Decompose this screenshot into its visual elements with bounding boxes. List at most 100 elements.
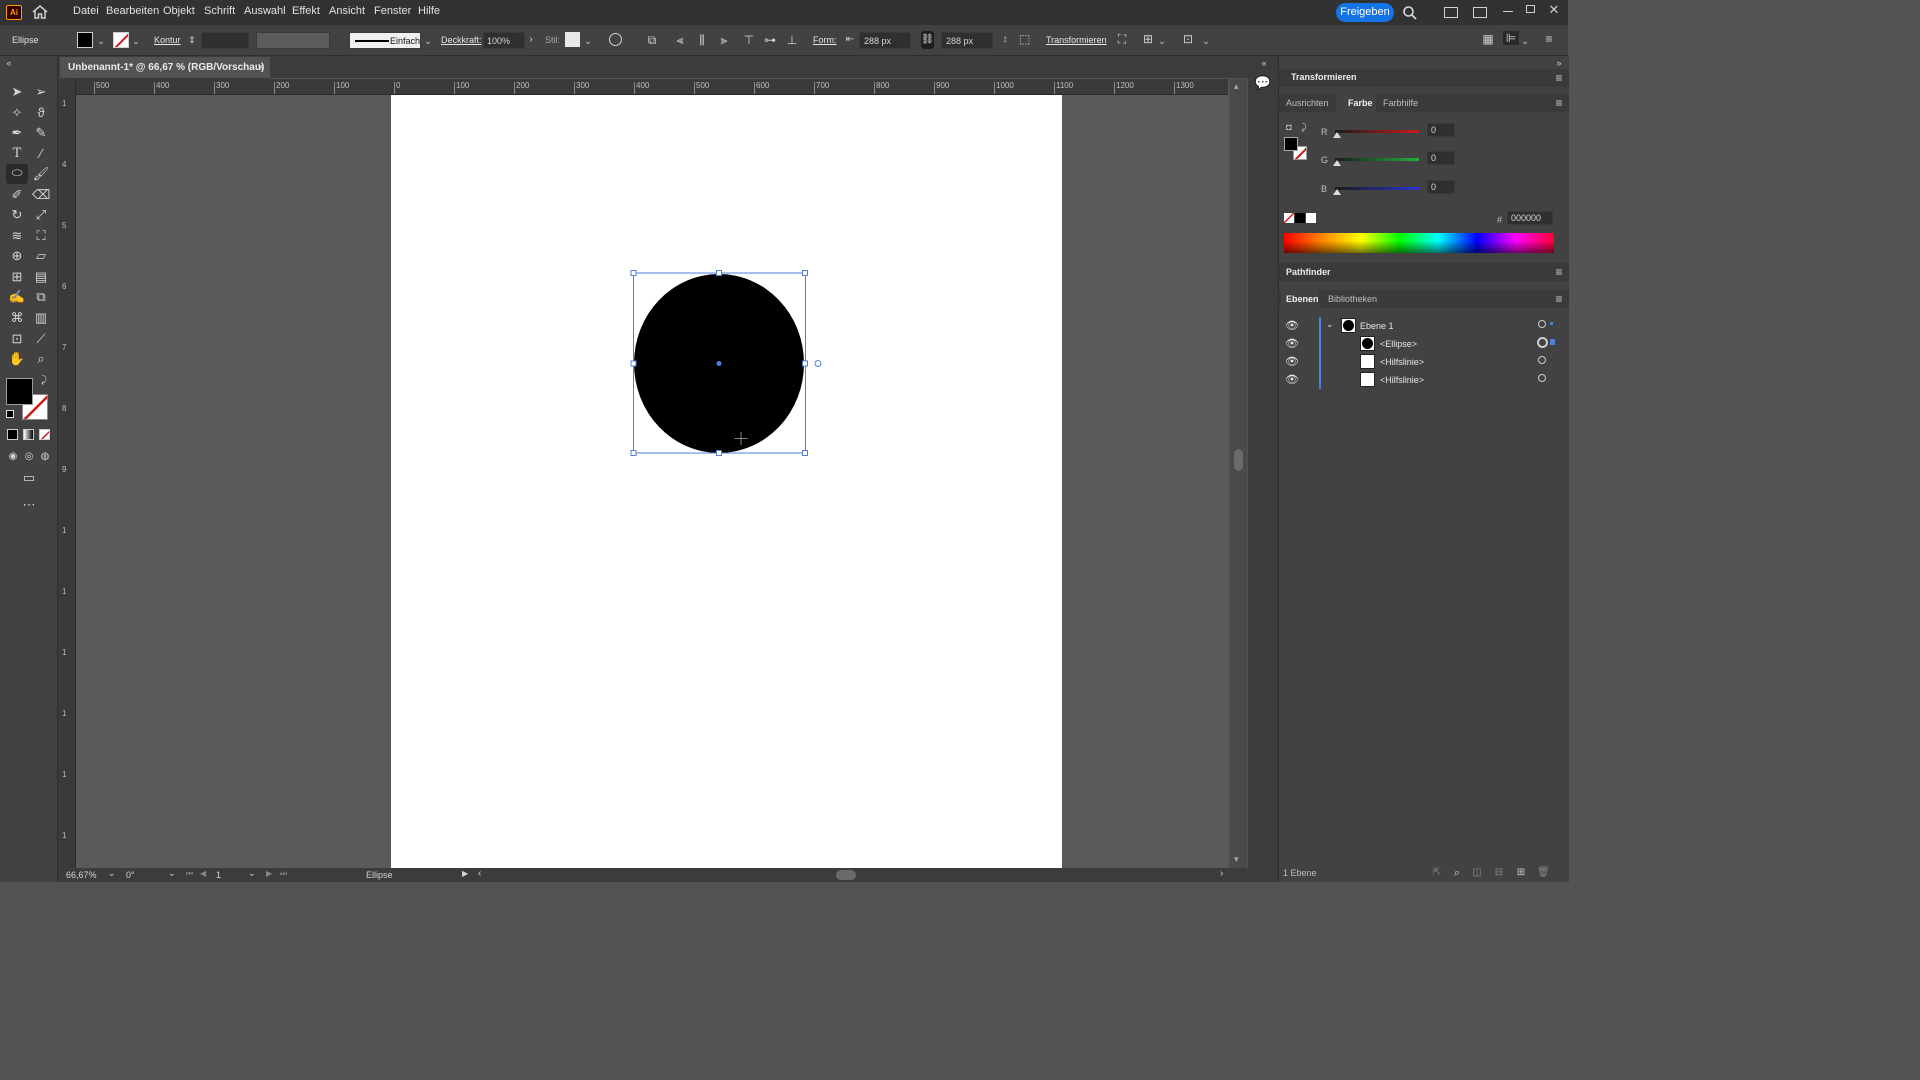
chevron-down-icon[interactable]: ⌄ — [583, 34, 593, 48]
slice-tool-icon[interactable]: ⟋ — [32, 330, 50, 348]
zoom-tool-icon[interactable]: ⌕ — [32, 350, 50, 368]
ellipse-layer-name[interactable]: <Ellipse> — [1380, 339, 1417, 349]
horizontal-ruler[interactable]: 500 400 300 200 100 0 100 200 300 400 500 600 700 800… — [76, 79, 1228, 95]
stroke-swatch[interactable] — [113, 32, 129, 48]
menu-objekt[interactable]: Objekt — [163, 5, 195, 17]
puppet-warp-icon[interactable]: ⊞ — [1140, 32, 1156, 46]
visibility-eye-icon[interactable]: 👁 — [1285, 373, 1299, 386]
opacity-field[interactable]: 100% — [483, 32, 525, 49]
guide-layer-name[interactable]: <Hilfslinie> — [1380, 375, 1424, 385]
align-left-icon[interactable]: ⫷ — [673, 33, 687, 47]
make-clipping-mask-icon[interactable]: ◫ — [1471, 866, 1483, 880]
comments-icon[interactable]: 💬 — [1254, 76, 1272, 90]
hex-field[interactable]: 000000 — [1507, 211, 1553, 225]
chevron-down-icon[interactable]: ⌄ — [1201, 34, 1211, 48]
symbol-sprayer-tool-icon[interactable]: ⌘ — [8, 309, 26, 327]
layer-name[interactable]: Ebene 1 — [1360, 321, 1394, 331]
new-layer-icon[interactable]: ⊞ — [1515, 866, 1527, 880]
visibility-eye-icon[interactable]: 👁 — [1285, 319, 1299, 332]
link-proportions-icon[interactable]: ⛓ — [921, 31, 934, 49]
scroll-left-icon[interactable]: ‹ — [478, 868, 481, 879]
target-selected-icon[interactable] — [1537, 337, 1548, 348]
panel-collapse-right-icon[interactable]: » — [1553, 56, 1565, 70]
swap-fill-stroke-icon[interactable]: ⤸ — [1299, 120, 1309, 134]
shaper-tool-icon[interactable]: ✐ — [8, 186, 26, 204]
artboard[interactable] — [391, 95, 1062, 868]
target-icon[interactable] — [1538, 320, 1546, 328]
free-transform-tool-icon[interactable]: ⛶ — [32, 227, 50, 245]
menu-fenster[interactable]: Fenster — [374, 5, 411, 17]
menu-bearbeiten[interactable]: Bearbeiten — [106, 5, 159, 17]
transform-link[interactable]: Transformieren — [1046, 35, 1107, 45]
curvature-tool-icon[interactable]: ✎ — [32, 124, 50, 142]
envelope-icon[interactable]: ⊡ — [1180, 32, 1196, 46]
paintbrush-tool-icon[interactable]: 🖌 — [32, 165, 50, 183]
mesh-tool-icon[interactable]: ⊞ — [8, 268, 26, 286]
panel-layout-icon[interactable]: ▦ — [1481, 32, 1495, 46]
visibility-eye-icon[interactable]: 👁 — [1285, 355, 1299, 368]
transform-panel-title[interactable]: Transformieren — [1291, 72, 1357, 82]
hand-tool-icon[interactable]: ✋ — [8, 350, 26, 368]
bounding-box-icon[interactable]: ⬚ — [1017, 32, 1032, 46]
panel-menu-icon[interactable]: ≡ — [1553, 292, 1565, 306]
last-artboard-icon[interactable]: ⏭ — [280, 869, 287, 879]
draw-inside-icon[interactable]: ◍ — [36, 448, 54, 466]
swap-colors-icon[interactable]: ⤸ — [38, 374, 50, 388]
none-swatch[interactable] — [1284, 213, 1294, 223]
align-hcenter-icon[interactable]: ⫼ — [695, 33, 709, 47]
shape-builder-tool-icon[interactable]: ⊕ — [8, 247, 26, 265]
gradient-mode-icon[interactable] — [23, 429, 34, 440]
chevron-down-icon[interactable]: ⌄ — [131, 34, 141, 48]
stroke-style-dropdown[interactable]: Einfach — [349, 32, 421, 49]
channel-b-field[interactable]: 0 — [1427, 180, 1455, 194]
layer-row-guide-2[interactable]: 👁 <Hilfslinie> — [1280, 371, 1564, 389]
white-swatch[interactable] — [1306, 213, 1316, 223]
pen-tool-icon[interactable]: ✒ — [8, 124, 26, 142]
guide-layer-name[interactable]: <Hilfslinie> — [1380, 357, 1424, 367]
fill-swatch[interactable] — [77, 32, 93, 48]
pathfinder-title[interactable]: Pathfinder — [1286, 267, 1331, 277]
column-graph-tool-icon[interactable]: ▥ — [32, 309, 50, 327]
align-to-icon[interactable]: ⧉ — [643, 33, 661, 47]
menu-effekt[interactable]: Effekt — [292, 5, 320, 17]
chevron-down-icon[interactable]: ⌄ — [1520, 34, 1530, 48]
channel-r-field[interactable]: 0 — [1427, 123, 1455, 137]
status-menu-icon[interactable]: ▶ — [462, 869, 468, 878]
color-mode-icon[interactable] — [7, 429, 18, 440]
default-colors-icon[interactable] — [6, 410, 14, 418]
menu-ansicht[interactable]: Ansicht — [329, 5, 365, 17]
black-swatch[interactable] — [1295, 213, 1305, 223]
scroll-right-icon[interactable]: › — [1220, 868, 1223, 879]
delete-layer-icon[interactable]: 🗑 — [1537, 866, 1550, 880]
tab-farbe[interactable]: Farbe — [1348, 98, 1373, 108]
channel-g-thumb[interactable] — [1333, 160, 1341, 166]
chevron-down-icon[interactable]: ⌄ — [248, 868, 256, 879]
direct-selection-tool-icon[interactable]: ➢ — [32, 83, 50, 101]
warp-tool-icon[interactable]: ≋ — [8, 227, 26, 245]
chevron-down-icon[interactable]: ⌄ — [108, 868, 116, 879]
panel-collapse-icon[interactable]: « — [3, 56, 15, 70]
align-vcenter-icon[interactable]: ⊶ — [763, 33, 777, 47]
align-bottom-icon[interactable]: ⊥ — [785, 33, 799, 47]
rotate-tool-icon[interactable]: ↻ — [8, 206, 26, 224]
tab-bibliotheken[interactable]: Bibliotheken — [1328, 294, 1377, 304]
menu-hilfe[interactable]: Hilfe — [418, 5, 440, 17]
channel-g-field[interactable]: 0 — [1427, 151, 1455, 165]
fill-color-box[interactable] — [6, 378, 33, 405]
scroll-down-icon[interactable]: ▾ — [1234, 854, 1239, 865]
tab-ausrichten[interactable]: Ausrichten — [1286, 98, 1329, 108]
target-icon[interactable] — [1538, 374, 1546, 382]
none-mode-icon[interactable] — [39, 429, 50, 440]
artboard-number[interactable]: 1 — [216, 870, 221, 880]
channel-r-slider[interactable] — [1335, 130, 1419, 133]
panel-menu-icon[interactable]: ≡ — [1553, 265, 1565, 279]
shape-label[interactable]: Form: — [813, 35, 837, 45]
stroke-weight-field[interactable] — [201, 32, 249, 49]
style-swatch[interactable] — [565, 32, 580, 47]
close-tab-icon[interactable]: × — [257, 60, 264, 74]
color-panel-fill-swatch[interactable] — [1284, 137, 1298, 151]
lasso-tool-icon[interactable]: ϑ — [32, 104, 50, 122]
target-icon[interactable] — [1538, 356, 1546, 364]
chevron-right-icon[interactable]: › — [527, 33, 535, 47]
channel-b-slider[interactable] — [1335, 187, 1419, 190]
